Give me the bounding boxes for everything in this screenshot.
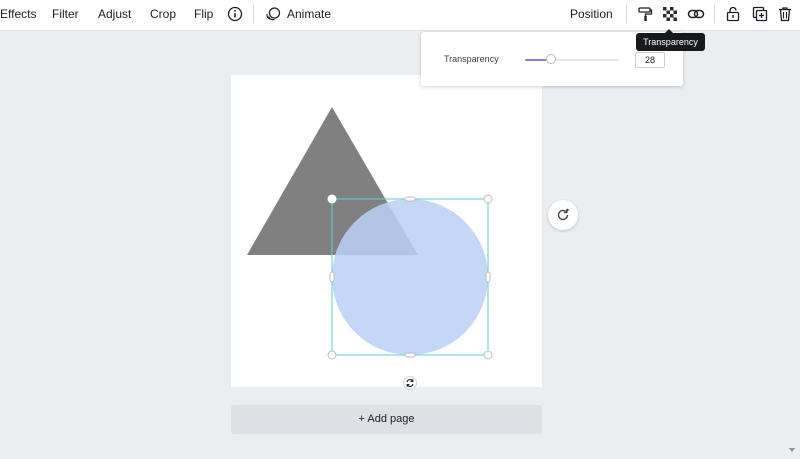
- animate-button[interactable]: Animate: [287, 0, 331, 28]
- resize-handle-top-left[interactable]: [327, 194, 337, 204]
- link-icon[interactable]: [687, 5, 705, 23]
- resize-handle-top-right[interactable]: [483, 194, 493, 204]
- position-button[interactable]: Position: [570, 0, 613, 28]
- resize-handle-top[interactable]: [404, 196, 416, 202]
- add-page-button[interactable]: + Add page: [231, 405, 542, 434]
- transparency-slider-thumb[interactable]: [546, 54, 557, 64]
- transparency-slider[interactable]: [525, 54, 619, 64]
- resize-handle-right[interactable]: [485, 271, 491, 283]
- effects-button[interactable]: Effects: [0, 0, 36, 28]
- transparency-label: Transparency: [444, 54, 499, 64]
- editor-root: Effects Filter Adjust Crop Flip Animate …: [0, 0, 800, 459]
- filter-button[interactable]: Filter: [52, 0, 79, 28]
- crop-button[interactable]: Crop: [150, 0, 176, 28]
- toolbar-divider: [714, 5, 715, 23]
- resize-handle-left[interactable]: [329, 271, 335, 283]
- trash-icon[interactable]: [776, 5, 794, 23]
- regenerate-icon[interactable]: [548, 200, 578, 230]
- transparency-tooltip: Transparency: [636, 33, 705, 51]
- toolbar-divider: [626, 5, 627, 23]
- editor-toolbar: Effects Filter Adjust Crop Flip Animate …: [0, 0, 800, 31]
- resize-handle-bottom[interactable]: [404, 352, 416, 358]
- scroll-down-icon[interactable]: [788, 446, 796, 454]
- unlock-icon[interactable]: [724, 5, 742, 23]
- transparency-checker-icon[interactable]: [661, 5, 679, 23]
- transparency-value-input[interactable]: 28: [635, 52, 665, 68]
- rotate-icon[interactable]: [401, 374, 419, 392]
- animate-icon[interactable]: [264, 5, 282, 23]
- resize-handle-bottom-right[interactable]: [483, 350, 493, 360]
- info-circle-icon[interactable]: [226, 5, 244, 23]
- circle-shape[interactable]: [332, 199, 488, 355]
- adjust-button[interactable]: Adjust: [98, 0, 131, 28]
- paint-roller-icon[interactable]: [636, 5, 654, 23]
- toolbar-divider: [253, 5, 254, 23]
- duplicate-icon[interactable]: [751, 5, 769, 23]
- resize-handle-bottom-left[interactable]: [327, 350, 337, 360]
- design-page[interactable]: [231, 75, 542, 387]
- flip-button[interactable]: Flip: [194, 0, 213, 28]
